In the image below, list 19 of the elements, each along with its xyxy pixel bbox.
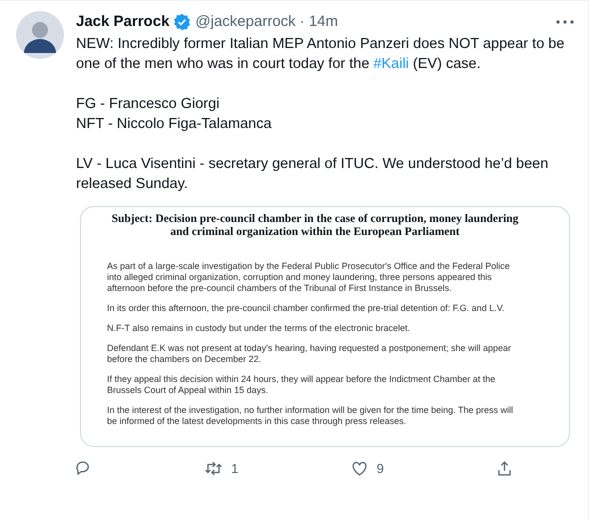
user-handle[interactable]: @jackeparrock [195, 11, 296, 34]
author-name[interactable]: Jack Parrock [76, 11, 170, 34]
more-icon[interactable] [556, 20, 574, 24]
document-paragraph: N.F-T also remains in custody but under the terms of the electronic bracelet. [107, 322, 411, 334]
document-paragraph: As part of a large-scale investigation by the Federal Public Prosecutor's Office and the Federal Police into alleged criminal organization, corruption and money laundering, three persons appeared this afternoon before the pre-council chambers of the Tribunal of First Instance in Brussels. [107, 260, 511, 294]
tweet-text: NEW: Incredibly former Italian MEP Antonio Panzeri does NOT appear to be one of the men who was in court today for the #Kaili (EV) case. [76, 34, 566, 74]
document-paragraph: In its order this afternoon, the pre-council chamber confirmed the pre-trial detention of: F.G. and L.V. [107, 302, 506, 314]
retweet-button[interactable]: 1 [204, 458, 238, 478]
tweet-text: NFT - Niccolo Figa-Talamanca [76, 114, 273, 134]
document-paragraph: In the interest of the investigation, no further information will be given for the time being. The press will be informed of the latest developments in this case through press releases. [107, 404, 514, 426]
document-title: Subject: Decision pre-council chamber in the case of corruption, money laundering and criminal organization within the European Parliament [110, 212, 520, 238]
like-button[interactable]: 9 [350, 458, 384, 478]
document-paragraph: If they appeal this decision within 24 hours, they will appear before the Indictment Chamber at the Brussels Court of Appeal within 15 days. [107, 374, 496, 396]
tweet-text: FG - Francesco Giorgi [76, 94, 220, 114]
avatar[interactable] [16, 11, 64, 59]
document-paragraph: Defendant E.K was not present at today's hearing, having requested a postponement; she will appear before the chambers on December 22. [107, 342, 512, 364]
timestamp[interactable]: · 14m [300, 11, 338, 34]
tweet-text: LV - Luca Visentini - secretary general of ITUC. We understood he’d been released Sunday. [76, 154, 550, 194]
document-image[interactable] [80, 206, 570, 446]
